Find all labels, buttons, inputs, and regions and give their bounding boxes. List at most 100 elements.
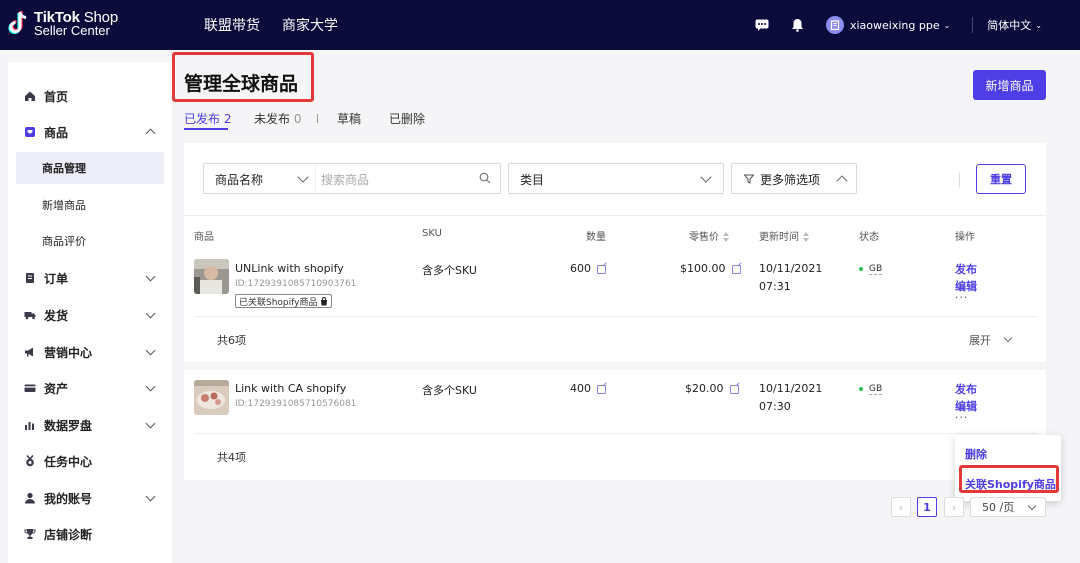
row-separator — [184, 362, 1046, 370]
page-size-select[interactable]: 50 /页 — [970, 497, 1046, 517]
sidebar-item-home[interactable]: 首页 — [8, 79, 164, 113]
sidebar-item-store-diagnosis[interactable]: 店铺诊断 — [8, 517, 164, 551]
chat-icon[interactable] — [754, 17, 770, 33]
sku-summary: 含多个SKU — [422, 384, 477, 397]
bell-icon[interactable] — [790, 17, 806, 33]
nav-affiliate[interactable]: 联盟带货 — [204, 15, 260, 35]
price-cell: $20.00 — [685, 382, 739, 395]
trophy-icon — [24, 528, 36, 540]
divider — [959, 172, 960, 188]
nav-seller-university[interactable]: 商家大学 — [282, 15, 338, 35]
shopify-linked-badge: 已关联Shopify商品 — [235, 294, 333, 308]
tab-deleted[interactable]: 已删除 — [389, 110, 425, 127]
sidebar-item-data-compass[interactable]: 数据罗盘 — [8, 408, 164, 442]
search-field-label: 商品名称 — [215, 173, 264, 187]
chart-icon — [24, 419, 36, 431]
sort-icon[interactable] — [803, 232, 809, 242]
edit-icon[interactable] — [597, 264, 606, 274]
sidebar-item-orders[interactable]: 订单 — [8, 261, 164, 295]
next-page-button[interactable]: › — [944, 497, 964, 517]
sidebar-item-marketing[interactable]: 营销中心 — [8, 335, 164, 369]
chevron-down-icon — [1003, 333, 1012, 343]
sidebar-item-label: 营销中心 — [44, 345, 93, 360]
tab-count: 0 — [293, 112, 302, 126]
tiktok-shop-logo[interactable]: TikTok Shop Seller Center — [8, 10, 118, 38]
megaphone-icon — [24, 346, 36, 358]
more-filters-button[interactable]: 更多筛选项 — [731, 163, 857, 194]
column-header-price[interactable]: 零售价 — [689, 228, 729, 243]
chevron-down-icon: ⌄ — [943, 20, 951, 30]
sort-icon[interactable] — [723, 232, 729, 242]
column-header-updated[interactable]: 更新时间 — [759, 228, 809, 243]
chevron-down-icon: ⌄ — [1035, 20, 1042, 30]
divider — [194, 316, 1038, 317]
column-header-updated-label: 更新时间 — [759, 232, 799, 243]
status-dot-icon — [859, 266, 863, 271]
prev-page-button[interactable]: ‹ — [891, 497, 911, 517]
highlight-box — [959, 465, 1059, 493]
expand-label: 展开 — [969, 334, 991, 347]
sidebar-item-finance[interactable]: 资产 — [8, 371, 164, 405]
edit-icon[interactable] — [597, 384, 606, 394]
edit-icon[interactable] — [731, 264, 741, 274]
user-name: xiaoweixing ppe — [849, 18, 940, 32]
add-product-button[interactable]: 新增商品 — [973, 70, 1046, 100]
product-name[interactable]: Link with CA shopify — [235, 382, 346, 395]
search-icon[interactable] — [479, 172, 491, 187]
edit-icon[interactable] — [729, 384, 739, 394]
sidebar-item-products[interactable]: 商品 — [8, 115, 164, 149]
sidebar-item-task-center[interactable]: 任务中心 — [8, 444, 164, 478]
category-select[interactable]: 类目 — [508, 163, 724, 194]
publish-button[interactable]: 发布 — [955, 381, 977, 397]
more-actions-icon[interactable]: ... — [955, 408, 969, 421]
sidebar: 首页 商品 商品管理 新增商品 商品评价 订单 发货 营销中心 资产 数据罗盘 … — [8, 62, 172, 563]
tab-published[interactable]: 已发布 2 — [184, 110, 231, 127]
truck-icon — [24, 309, 36, 321]
menu-item-delete[interactable]: 删除 — [965, 446, 987, 462]
sidebar-item-my-account[interactable]: 我的账号 — [8, 481, 164, 515]
search-placeholder: 搜索商品 — [321, 173, 370, 187]
tab-unpublished[interactable]: 未发布 0 — [254, 110, 301, 127]
user-menu[interactable]: xiaoweixing ppe ⌄ — [825, 16, 951, 34]
tab-label: 已发布 — [184, 112, 221, 126]
quantity-value: 400 — [570, 382, 591, 395]
table-row: UNLink with shopify ID:17293910857109037… — [184, 250, 1046, 362]
status-dot-icon — [859, 386, 863, 391]
product-table: 商品 SKU 数量 零售价 更新时间 状态 操作 UNLink with sho… — [184, 215, 1046, 480]
updated-date: 10/11/2021 — [759, 262, 823, 275]
publish-button[interactable]: 发布 — [955, 261, 977, 277]
divider — [194, 433, 1038, 434]
sidebar-subitem-add-product[interactable]: 新增商品 — [16, 189, 164, 221]
product-thumbnail[interactable] — [194, 259, 229, 294]
home-icon — [24, 90, 36, 102]
product-id: ID:1729391085710576081 — [235, 399, 357, 409]
variant-total: 共4项 — [217, 451, 246, 464]
language-switcher[interactable]: 简体中文 ⌄ — [987, 17, 1042, 33]
page-number-button[interactable]: 1 — [917, 497, 937, 517]
sku-summary: 含多个SKU — [422, 264, 477, 277]
more-actions-menu: 删除 关联Shopify商品 — [955, 435, 1061, 501]
chevron-down-icon — [145, 308, 156, 319]
chevron-up-icon — [145, 128, 156, 139]
sidebar-item-shipping[interactable]: 发货 — [8, 298, 164, 332]
sidebar-item-label: 首页 — [44, 89, 69, 104]
quantity-cell: 400 — [570, 382, 606, 395]
product-name[interactable]: UNLink with shopify — [235, 262, 344, 275]
product-id: ID:1729391085710903761 — [235, 279, 357, 289]
search-field-select[interactable]: 商品名称 — [204, 164, 316, 193]
expand-toggle[interactable]: 展开 — [969, 332, 1012, 348]
sidebar-item-label: 发货 — [44, 308, 69, 323]
tab-drafts[interactable]: 草稿 — [337, 110, 361, 127]
sidebar-item-label: 店铺诊断 — [44, 527, 93, 542]
search-input[interactable]: 搜索商品 — [321, 164, 481, 193]
language-label: 简体中文 — [987, 19, 1032, 32]
reset-button[interactable]: 重置 — [976, 164, 1026, 194]
sidebar-subitem-product-reviews[interactable]: 商品评价 — [16, 225, 164, 257]
sidebar-subitem-product-management[interactable]: 商品管理 — [16, 152, 164, 184]
more-actions-icon[interactable]: ... — [955, 288, 969, 301]
divider — [972, 17, 974, 33]
column-header-sku: SKU — [422, 228, 442, 239]
sidebar-item-label: 我的账号 — [44, 491, 93, 506]
product-thumbnail[interactable] — [194, 380, 229, 415]
price-value: $20.00 — [685, 382, 724, 395]
